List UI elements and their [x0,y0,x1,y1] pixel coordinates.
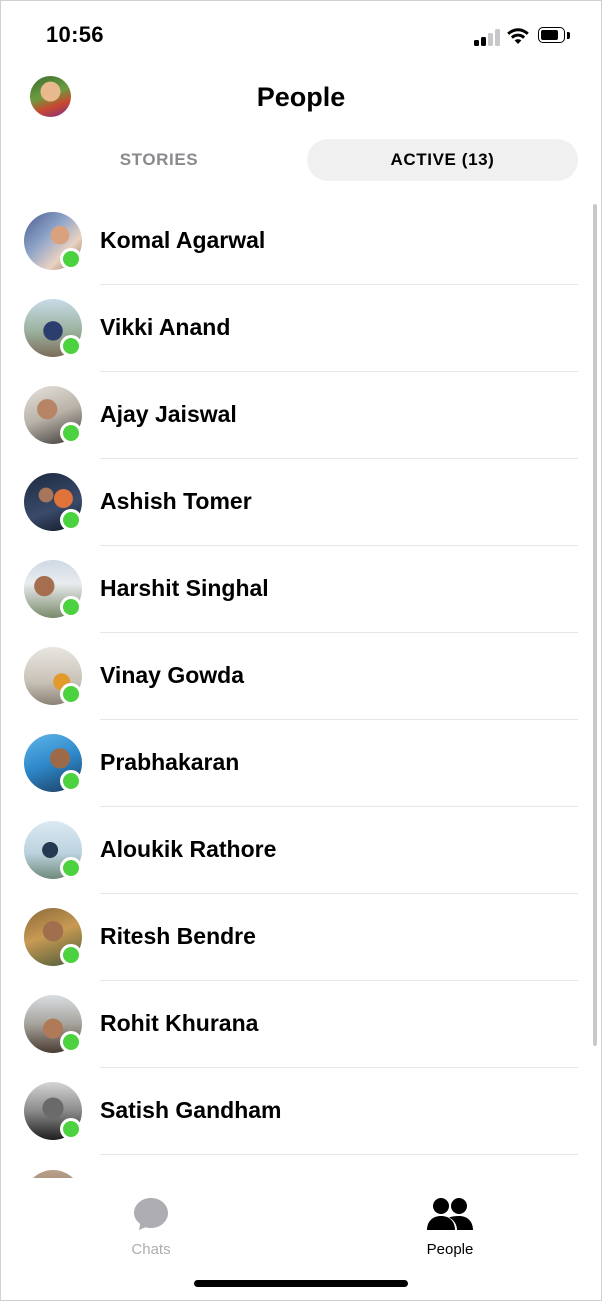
list-item[interactable]: Rohit Khurana [0,981,602,1068]
cellular-signal-icon [474,28,502,46]
online-indicator [60,857,82,879]
home-indicator[interactable] [194,1280,408,1287]
tab-people[interactable]: People [390,1196,510,1258]
people-list[interactable]: Komal Agarwal Vikki Anand Ajay Jaiswal A… [0,198,602,1178]
person-name: Prabhakaran [100,749,240,775]
person-name: Ashish Tomer [100,488,252,514]
list-item[interactable]: Ritesh Bendre [0,894,602,981]
chat-bubble-icon [134,1198,168,1230]
tab-chats[interactable]: Chats [91,1196,211,1258]
list-item[interactable]: Prabhakaran [0,720,602,807]
online-indicator [60,1031,82,1053]
person-name: Harshit Singhal [100,575,269,601]
avatar [24,1170,82,1178]
list-item[interactable]: Ajay Jaiswal [0,372,602,459]
header: People [0,72,602,128]
person-name: Ajay Jaiswal [100,401,237,427]
online-indicator [60,770,82,792]
page-title: People [256,82,346,112]
tab-stories[interactable]: STORIES [24,139,294,181]
tab-label: Chats [131,1241,171,1258]
online-indicator [60,1118,82,1140]
tab-active[interactable]: ACTIVE (13) [307,139,578,181]
battery-icon [538,27,572,45]
people-icon [427,1198,473,1230]
online-indicator [60,248,82,270]
online-indicator [60,509,82,531]
online-indicator [60,422,82,444]
person-name: Vinay Gowda [100,662,245,688]
list-item[interactable]: Aloukik Rathore [0,807,602,894]
status-time: 10:56 [46,22,104,47]
status-bar: 10:56 [0,0,602,72]
list-item[interactable]: Harshit Singhal [0,546,602,633]
online-indicator [60,683,82,705]
divider [100,1154,578,1155]
list-item[interactable]: Vikki Anand [0,285,602,372]
list-item[interactable]: Satish Gandham [0,1068,602,1155]
person-name: Rohit Khurana [100,1010,259,1036]
online-indicator [60,335,82,357]
scrollbar[interactable] [593,204,597,1046]
person-name: Ritesh Bendre [100,923,256,949]
person-name: Aloukik Rathore [100,836,277,862]
tab-label: People [426,1241,474,1258]
person-name: Satish Gandham [100,1097,282,1123]
online-indicator [60,596,82,618]
person-name: Vikki Anand [100,314,231,340]
segmented-tabs: STORIES ACTIVE (13) [0,139,602,181]
list-item[interactable]: Vinay Gowda [0,633,602,720]
list-item[interactable]: Ashish Tomer [0,459,602,546]
online-indicator [60,944,82,966]
list-item[interactable]: Komal Agarwal [0,198,602,285]
person-name: Komal Agarwal [100,227,266,253]
wifi-icon [507,28,529,44]
